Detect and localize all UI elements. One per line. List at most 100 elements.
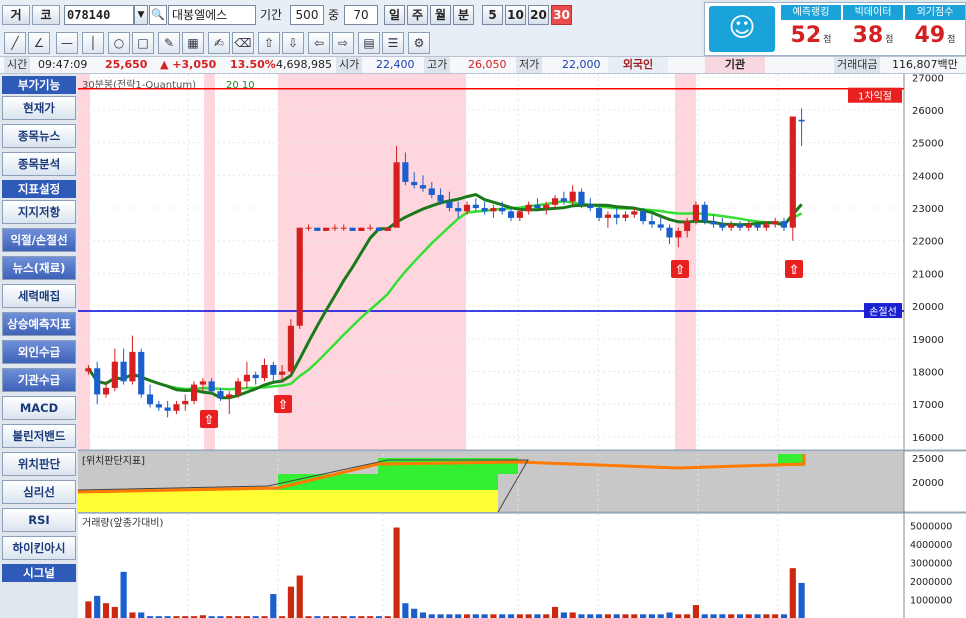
volume-bar-37: [411, 608, 418, 618]
candle-body-38: [419, 185, 427, 189]
sidebar-item-4[interactable]: 지표설정: [2, 180, 76, 198]
candle-body-55: [569, 191, 576, 202]
volume-bar-42: [455, 614, 462, 618]
volume-tick-2: 3000000: [910, 559, 952, 570]
foreign-investor-label[interactable]: 외국인: [608, 57, 668, 73]
line-tool-icon[interactable]: ╱: [4, 32, 26, 54]
minute-button-10[interactable]: 10: [505, 5, 526, 25]
price-tick-2: 25000: [912, 139, 944, 150]
chart-mode-button[interactable]: 거: [2, 5, 30, 25]
sidebar-item-14[interactable]: 위치판단: [2, 452, 76, 476]
volume-bar-67: [675, 614, 682, 618]
candle-body-17: [235, 381, 242, 395]
candle-body-35: [393, 162, 400, 228]
price-tick-9: 18000: [912, 368, 944, 379]
sidebar-item-7[interactable]: 뉴스(재료): [2, 256, 76, 280]
sidebar-item-16[interactable]: RSI: [2, 508, 76, 532]
candle-body-47: [499, 208, 506, 212]
market-kosdaq-button[interactable]: 코: [32, 5, 60, 25]
note-tool-icon[interactable]: ✍: [208, 32, 230, 54]
sidebar-item-3[interactable]: 종목분석: [2, 152, 76, 176]
sidebar-item-5[interactable]: 지지저항: [2, 200, 76, 224]
score-2[interactable]: 외기점수 49 점: [905, 5, 965, 55]
axis-bg: [904, 74, 966, 618]
volume-tick-0: 5000000: [910, 522, 952, 533]
search-icon[interactable]: 🔍: [149, 5, 167, 25]
period-count-input[interactable]: 500: [290, 5, 324, 25]
minute-button-20[interactable]: 20: [528, 5, 549, 25]
candle-body-42: [455, 208, 462, 212]
document-icon[interactable]: ▤: [358, 32, 380, 54]
buy-signal-arrow-1: ⇧: [278, 398, 289, 413]
period-button-1[interactable]: 주: [407, 5, 428, 25]
arrow-left-icon[interactable]: ⇦: [308, 32, 330, 54]
sidebar-item-15[interactable]: 심리선: [2, 480, 76, 504]
sidebar-item-12[interactable]: MACD: [2, 396, 76, 420]
sidebar-item-6[interactable]: 익절/손절선: [2, 228, 76, 252]
volume-bar-77: [763, 614, 770, 618]
vertical-line-icon[interactable]: │: [82, 32, 104, 54]
volume-bar-81: [798, 582, 805, 618]
candle-body-60: [613, 214, 620, 218]
sidebar-item-10[interactable]: 외인수급: [2, 340, 76, 364]
sidebar-item-17[interactable]: 하이킨아시: [2, 536, 76, 560]
volume-bar-80: [789, 568, 796, 618]
candle-body-11: [182, 400, 189, 405]
score-1[interactable]: 빅데이터 38 점: [843, 5, 903, 55]
diagonal-tool-icon[interactable]: ∠: [28, 32, 50, 54]
eraser-icon[interactable]: ⌫: [232, 32, 254, 54]
candle-body-16: [226, 394, 233, 398]
rectangle-tool-icon[interactable]: □: [132, 32, 154, 54]
sidebar-item-2[interactable]: 종목뉴스: [2, 124, 76, 148]
code-dropdown-icon[interactable]: ▼: [134, 5, 148, 25]
period-button-0[interactable]: 일: [384, 5, 405, 25]
menu-icon[interactable]: ☰: [382, 32, 404, 54]
score-0[interactable]: 예측랭킹 52 점: [781, 5, 841, 55]
sidebar-item-1[interactable]: 현재가: [2, 96, 76, 120]
color-palette-icon[interactable]: ▦: [182, 32, 204, 54]
volume-bar-78: [772, 614, 779, 618]
arrow-up-icon[interactable]: ⇧: [258, 32, 280, 54]
settings-gear-icon[interactable]: ⚙: [408, 32, 430, 54]
volume-bar-52: [543, 614, 550, 618]
arrow-down-icon[interactable]: ⇩: [282, 32, 304, 54]
period-button-3[interactable]: 분: [453, 5, 474, 25]
mid-label: 중: [328, 8, 340, 22]
volume-bar-6: [138, 612, 145, 618]
horizontal-line-icon[interactable]: —: [56, 32, 78, 54]
volume-bar-23: [287, 586, 294, 618]
sidebar-item-8[interactable]: 세력매집: [2, 284, 76, 308]
sidebar-item-18[interactable]: 시그널: [2, 564, 76, 582]
volume-panel-bg: [78, 514, 904, 618]
candle-body-50: [525, 204, 532, 212]
circle-tool-icon[interactable]: ○: [108, 32, 130, 54]
pencil-tool-icon[interactable]: ✎: [158, 32, 180, 54]
period-button-2[interactable]: 월: [430, 5, 451, 25]
candle-body-8: [155, 404, 162, 408]
price-tick-11: 16000: [912, 433, 944, 444]
candle-body-66: [666, 227, 673, 238]
mid-count-input[interactable]: 70: [344, 5, 378, 25]
minute-button-5[interactable]: 5: [482, 5, 503, 25]
sidebar-item-11[interactable]: 기관수급: [2, 368, 76, 392]
candle-body-63: [640, 211, 647, 222]
score-header: 빅데이터: [843, 5, 903, 20]
position-band-yellow: [78, 490, 498, 512]
volume-bar-48: [507, 614, 515, 618]
time-label: 시간: [4, 57, 31, 73]
sidebar-item-9[interactable]: 상승예측지표: [2, 312, 76, 336]
volume-value: 4,698,985: [276, 58, 332, 71]
minute-button-30[interactable]: 30: [551, 5, 572, 25]
sidebar-item-0[interactable]: 부가기능: [2, 76, 76, 94]
stock-code-input[interactable]: 078140: [64, 5, 134, 25]
volume-tick-3: 2000000: [910, 577, 952, 588]
volume-bar-5: [129, 612, 136, 618]
sidebar-item-13[interactable]: 볼린저밴드: [2, 424, 76, 448]
arrow-right-icon[interactable]: ⇨: [332, 32, 354, 54]
candle-body-80: [789, 116, 796, 228]
volume-bar-38: [419, 612, 427, 618]
volume-bar-74: [736, 614, 744, 618]
score-value: 52 점: [790, 23, 832, 48]
institution-label[interactable]: 기관: [705, 57, 765, 73]
volume-bar-24: [296, 575, 303, 618]
